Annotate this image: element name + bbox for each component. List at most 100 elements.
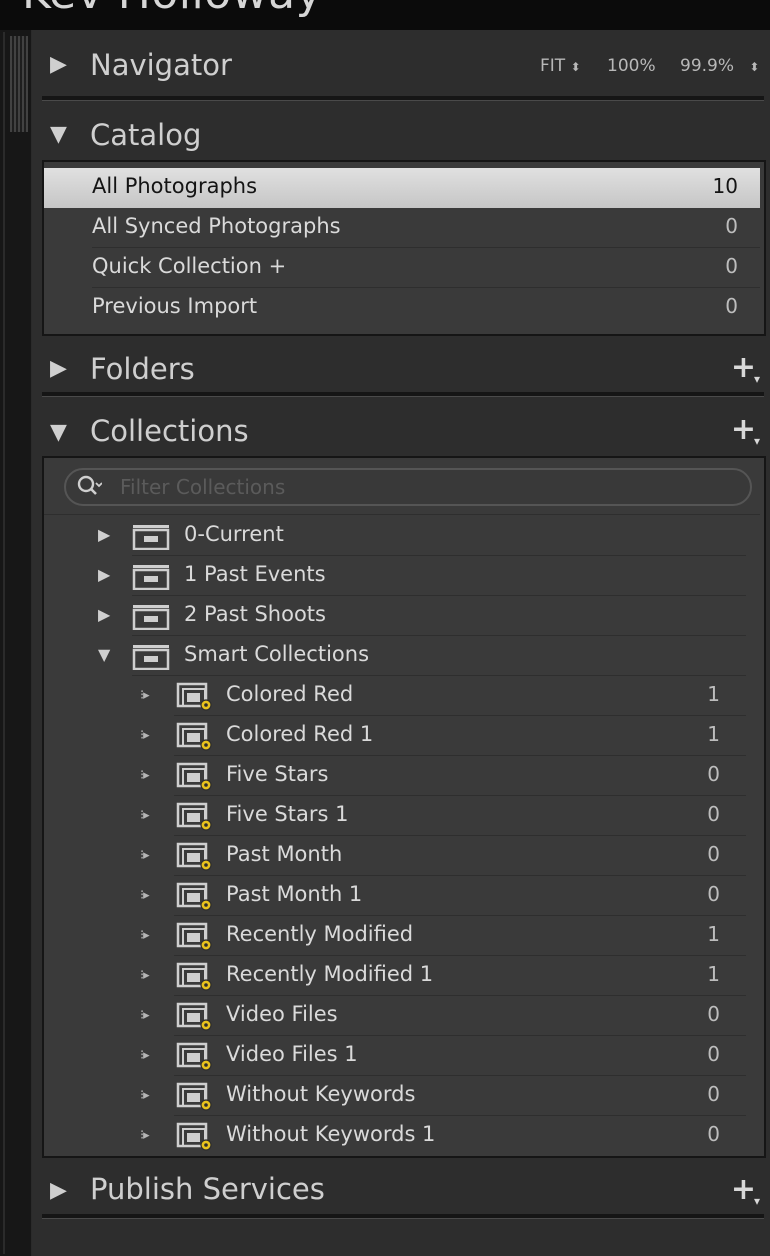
zoom-custom-label: 99.9% [680, 56, 735, 76]
dropdown-caret-icon: ▾ [753, 1194, 760, 1208]
smart-collection-label: Video Files 1 [226, 1042, 358, 1066]
add-collection-button[interactable]: +▾ [731, 412, 760, 448]
disclosure-triangle-open-icon[interactable]: ▼ [98, 645, 110, 664]
smart-collection-count: 0 [707, 882, 720, 906]
smart-collection-count: 1 [707, 962, 720, 986]
smart-collection-item[interactable]: ⁝▸ Recently Modified 1 1 [44, 956, 760, 996]
plus-icon: + [730, 350, 756, 385]
collection-set-icon [132, 525, 170, 550]
catalog-item-previous-import[interactable]: Previous Import 0 [44, 288, 760, 328]
smart-collection-marker-icon: ⁝▸ [140, 728, 150, 743]
catalog-item-count: 10 [712, 174, 738, 198]
collection-set-1-past-events[interactable]: ▶ 1 Past Events [44, 556, 760, 596]
zoom-100-option[interactable]: 100% [607, 56, 656, 76]
smart-collection-label: Five Stars 1 [226, 802, 349, 826]
collapsed-triangle-icon: ▶ [50, 356, 67, 381]
smart-collection-item[interactable]: ⁝▸ Past Month 0 [44, 836, 760, 876]
navigator-header[interactable]: ▶ Navigator FIT ⬍ 100% 99.9% ⬍ [32, 30, 770, 96]
smart-collection-icon [176, 722, 212, 751]
collection-set-label: 1 Past Events [184, 562, 326, 586]
add-folder-button[interactable]: +▾ [731, 350, 760, 386]
updown-icon: ⬍ [749, 60, 760, 74]
disclosure-triangle-icon[interactable]: ▶ [98, 565, 110, 584]
catalog-item-label: Quick Collection + [92, 254, 287, 278]
dropdown-caret-icon: ▾ [753, 372, 760, 386]
disclosure-triangle-icon[interactable]: ▶ [98, 605, 110, 624]
expanded-triangle-icon: ▼ [50, 122, 67, 147]
left-panel: ▶ Navigator FIT ⬍ 100% 99.9% ⬍ ▼ Catalog… [32, 30, 770, 1256]
catalog-item-all-synced[interactable]: All Synced Photographs 0 [44, 208, 760, 248]
publish-services-header[interactable]: ▶ Publish Services +▾ [32, 1158, 770, 1214]
smart-collection-item[interactable]: ⁝▸ Five Stars 0 [44, 756, 760, 796]
folders-header[interactable]: ▶ Folders +▾ [32, 336, 770, 394]
collapsed-triangle-icon: ▶ [50, 52, 67, 77]
filter-collections-input[interactable] [118, 472, 722, 502]
search-icon [77, 475, 102, 495]
smart-collection-item[interactable]: ⁝▸ Past Month 1 0 [44, 876, 760, 916]
catalog-item-count: 0 [725, 214, 738, 238]
catalog-item-all-photographs[interactable]: All Photographs 10 [44, 168, 760, 208]
smart-collection-marker-icon: ⁝▸ [140, 1128, 150, 1143]
smart-collection-item[interactable]: ⁝▸ Five Stars 1 0 [44, 796, 760, 836]
updown-icon: ⬍ [570, 60, 581, 74]
smart-collection-item[interactable]: ⁝▸ Video Files 0 [44, 996, 760, 1036]
collection-set-icon [132, 645, 170, 670]
smart-collection-item[interactable]: ⁝▸ Colored Red 1 [44, 676, 760, 716]
smart-collection-icon [176, 802, 212, 831]
smart-collection-item[interactable]: ⁝▸ Without Keywords 0 [44, 1076, 760, 1116]
smart-collection-label: Without Keywords 1 [226, 1122, 436, 1146]
smart-collection-marker-icon: ⁝▸ [140, 768, 150, 783]
smart-collection-item[interactable]: ⁝▸ Without Keywords 1 0 [44, 1116, 760, 1156]
smart-collection-item[interactable]: ⁝▸ Recently Modified 1 [44, 916, 760, 956]
smart-collection-marker-icon: ⁝▸ [140, 688, 150, 703]
smart-collection-icon [176, 1002, 212, 1031]
add-publish-service-button[interactable]: +▾ [731, 1172, 760, 1208]
collapsed-triangle-icon: ▶ [50, 1178, 67, 1203]
collection-set-label: Smart Collections [184, 642, 370, 666]
smart-collection-item[interactable]: ⁝▸ Video Files 1 0 [44, 1036, 760, 1076]
smart-collection-label: Colored Red [226, 682, 354, 706]
disclosure-triangle-icon[interactable]: ▶ [98, 525, 110, 544]
collection-set-icon [132, 605, 170, 630]
section-divider [42, 392, 764, 397]
collections-header[interactable]: ▼ Collections +▾ [32, 398, 770, 456]
smart-collection-label: Without Keywords [226, 1082, 416, 1106]
smart-collection-count: 1 [707, 922, 720, 946]
smart-collection-count: 1 [707, 682, 720, 706]
collection-set-icon [132, 565, 170, 590]
catalog-item-label: All Photographs [92, 174, 258, 198]
section-divider [42, 96, 764, 101]
zoom-fit-label: FIT [540, 56, 566, 76]
catalog-item-count: 0 [725, 254, 738, 278]
smart-collection-label: Recently Modified 1 [226, 962, 434, 986]
folders-title: Folders [90, 352, 195, 386]
smart-collection-icon [176, 682, 212, 711]
smart-collection-label: Recently Modified [226, 922, 414, 946]
smart-collection-label: Colored Red 1 [226, 722, 374, 746]
catalog-item-quick-collection[interactable]: Quick Collection + 0 [44, 248, 760, 288]
collection-set-smart-collections[interactable]: ▼ Smart Collections [44, 636, 760, 676]
smart-collection-marker-icon: ⁝▸ [140, 888, 150, 903]
edge-line [3, 32, 5, 1254]
collection-set-2-past-shoots[interactable]: ▶ 2 Past Shoots [44, 596, 760, 636]
smart-collection-marker-icon: ⁝▸ [140, 968, 150, 983]
collection-set-0-current[interactable]: ▶ 0-Current [44, 516, 760, 556]
smart-collection-icon [176, 1122, 212, 1151]
plus-icon: + [730, 1172, 756, 1207]
smart-collection-icon [176, 922, 212, 951]
filter-collections-search[interactable] [64, 468, 752, 506]
smart-collection-icon [176, 842, 212, 871]
catalog-header[interactable]: ▼ Catalog [32, 102, 770, 160]
panel-resize-grip[interactable] [10, 36, 28, 132]
window-title: Kev Holloway [22, 0, 322, 19]
zoom-custom-option[interactable]: 99.9% ⬍ [680, 56, 759, 76]
smart-collection-item[interactable]: ⁝▸ Colored Red 1 1 [44, 716, 760, 756]
smart-collection-label: Five Stars [226, 762, 329, 786]
catalog-item-count: 0 [725, 294, 738, 318]
dropdown-caret-icon: ▾ [753, 434, 760, 448]
smart-collection-marker-icon: ⁝▸ [140, 928, 150, 943]
smart-collection-marker-icon: ⁝▸ [140, 808, 150, 823]
zoom-fit-option[interactable]: FIT ⬍ [540, 56, 581, 76]
catalog-list: All Photographs 10 All Synced Photograph… [42, 160, 766, 336]
smart-collection-count: 0 [707, 1042, 720, 1066]
